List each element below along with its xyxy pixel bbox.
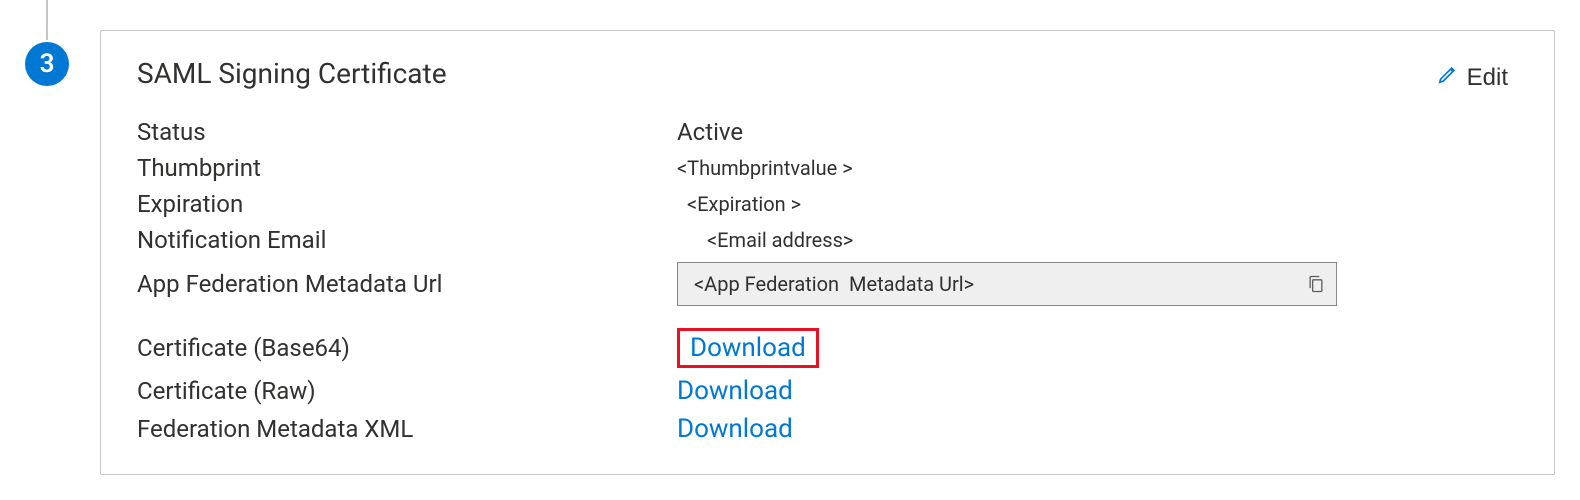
- thumbprint-value: <Thumbprintvalue >: [677, 156, 1518, 180]
- step-number: 3: [40, 49, 55, 79]
- notification-email-label: Notification Email: [137, 226, 677, 254]
- status-label: Status: [137, 118, 677, 146]
- cert-base64-value: Download: [677, 328, 1518, 368]
- spacer: [137, 314, 1518, 320]
- status-value: Active: [677, 118, 1518, 146]
- step-number-badge: 3: [25, 42, 69, 86]
- cert-base64-label: Certificate (Base64): [137, 334, 677, 362]
- edit-button-label: Edit: [1467, 64, 1508, 92]
- notification-email-value: <Email address>: [677, 228, 1518, 252]
- field-rows: Status Active Thumbprint <Thumbprintvalu…: [137, 118, 1518, 444]
- metadata-url-input[interactable]: [692, 271, 1306, 297]
- fed-xml-label: Federation Metadata XML: [137, 415, 677, 443]
- cert-raw-label: Certificate (Raw): [137, 377, 677, 405]
- pencil-icon: [1437, 63, 1459, 92]
- metadata-url-field-wrapper: [677, 262, 1518, 306]
- metadata-url-label: App Federation Metadata Url: [137, 270, 677, 298]
- edit-button[interactable]: Edit: [1427, 57, 1518, 98]
- metadata-url-field: [677, 262, 1337, 306]
- card-title: SAML Signing Certificate: [137, 57, 447, 90]
- download-cert-base64-link[interactable]: Download: [677, 328, 819, 368]
- expiration-value: <Expiration >: [677, 192, 1518, 216]
- cert-raw-value: Download: [677, 376, 1518, 406]
- copy-icon[interactable]: [1306, 273, 1326, 295]
- card-header: SAML Signing Certificate Edit: [137, 57, 1518, 118]
- fed-xml-value: Download: [677, 414, 1518, 444]
- download-cert-raw-link[interactable]: Download: [677, 376, 793, 406]
- thumbprint-label: Thumbprint: [137, 154, 677, 182]
- step-connector-line: [46, 0, 48, 40]
- expiration-label: Expiration: [137, 190, 677, 218]
- saml-signing-certificate-card: SAML Signing Certificate Edit Status Act…: [100, 30, 1555, 475]
- download-fed-xml-link[interactable]: Download: [677, 414, 793, 444]
